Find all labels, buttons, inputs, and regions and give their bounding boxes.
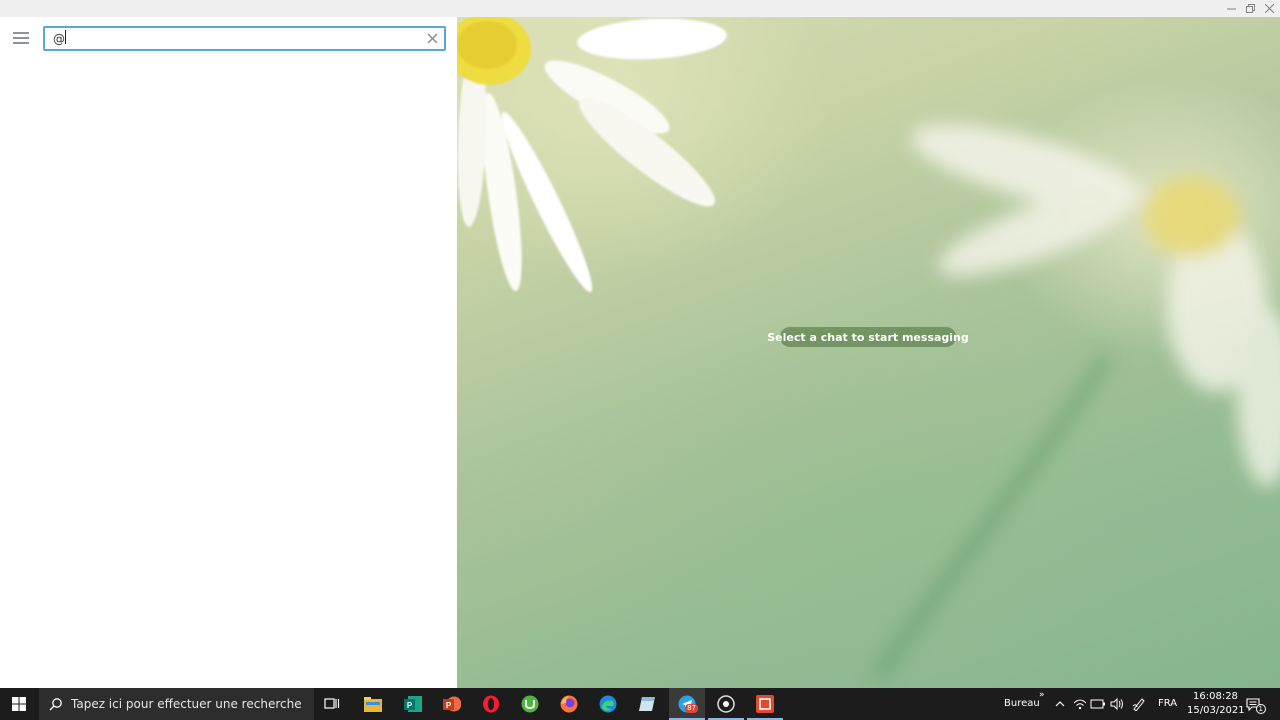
clock-time[interactable]: 16:08:28 xyxy=(1193,691,1238,702)
screen-recorder-icon xyxy=(756,695,774,713)
left-panel xyxy=(0,17,458,688)
task-view-icon xyxy=(324,698,340,709)
telegram-unread-badge: 87 xyxy=(685,704,698,713)
start-button[interactable] xyxy=(0,688,38,720)
battery-button[interactable] xyxy=(1090,696,1106,712)
media-player-icon xyxy=(717,695,735,713)
wifi-icon xyxy=(1073,699,1087,710)
minimize-icon xyxy=(1226,8,1236,10)
volume-button[interactable] xyxy=(1109,696,1125,712)
svg-text:P: P xyxy=(407,701,413,710)
network-button[interactable] xyxy=(1072,696,1088,712)
svg-text:P: P xyxy=(446,701,452,710)
opera-icon xyxy=(483,695,499,713)
edge-button[interactable] xyxy=(596,692,620,716)
task-view-button[interactable] xyxy=(320,692,344,716)
powerpoint-button[interactable]: P xyxy=(440,692,464,716)
battery-icon xyxy=(1090,699,1105,709)
notes-button[interactable] xyxy=(635,692,659,716)
show-hidden-icons-button[interactable] xyxy=(1052,696,1068,712)
pen-workspace-button[interactable] xyxy=(1131,696,1147,712)
media-player-button[interactable] xyxy=(714,692,738,716)
firefox-button[interactable] xyxy=(557,692,581,716)
toolbar-expand-icon[interactable]: » xyxy=(1039,690,1045,700)
notification-count-badge: 1 xyxy=(1255,704,1266,714)
close-icon xyxy=(1264,4,1274,13)
close-button[interactable] xyxy=(1259,0,1279,17)
notes-icon xyxy=(639,697,655,711)
minimize-button[interactable] xyxy=(1221,0,1241,17)
edge-icon xyxy=(599,695,617,713)
chat-area: Select a chat to start messaging xyxy=(457,17,1280,688)
clock-date[interactable]: 15/03/2021 xyxy=(1187,705,1245,716)
text-caret xyxy=(65,30,66,44)
search-box[interactable] xyxy=(43,26,446,51)
taskbar: Tapez ici pour effectuer une recherche P… xyxy=(0,688,1280,720)
empty-chat-label: Select a chat to start messaging xyxy=(767,327,969,347)
action-center-button[interactable]: 1 xyxy=(1246,696,1266,714)
taskbar-search[interactable]: Tapez ici pour effectuer une recherche xyxy=(39,688,314,720)
volume-icon xyxy=(1110,698,1123,710)
menu-icon-bar xyxy=(13,37,29,39)
menu-icon-bar xyxy=(13,32,29,34)
publisher-icon: P xyxy=(404,696,422,712)
powerpoint-icon: P xyxy=(443,696,461,712)
file-explorer-icon xyxy=(364,696,382,712)
publisher-button[interactable]: P xyxy=(401,692,425,716)
telegram-button[interactable]: 87 xyxy=(675,692,699,716)
taskbar-search-placeholder: Tapez ici pour effectuer une recherche xyxy=(71,697,302,711)
chevron-up-icon xyxy=(1055,701,1065,707)
opera-button[interactable] xyxy=(479,692,503,716)
input-language[interactable]: FRA xyxy=(1158,698,1177,709)
chat-wallpaper xyxy=(457,17,1280,682)
restore-button[interactable] xyxy=(1240,0,1260,17)
screen-recorder-button[interactable] xyxy=(753,692,777,716)
window-title-bar xyxy=(0,0,1280,17)
windows-logo-icon xyxy=(12,697,26,711)
search-icon xyxy=(49,698,62,711)
menu-icon-bar xyxy=(13,42,29,44)
file-explorer-button[interactable] xyxy=(361,692,385,716)
desktop-toolbar-label[interactable]: Bureau xyxy=(1004,698,1040,709)
restore-icon xyxy=(1245,4,1255,13)
main-menu-button[interactable] xyxy=(13,32,29,44)
utorrent-icon xyxy=(521,695,539,713)
firefox-icon xyxy=(560,695,578,713)
utorrent-button[interactable] xyxy=(518,692,542,716)
search-input[interactable] xyxy=(53,30,413,48)
clear-search-icon[interactable] xyxy=(426,32,439,45)
pen-icon xyxy=(1132,698,1145,711)
